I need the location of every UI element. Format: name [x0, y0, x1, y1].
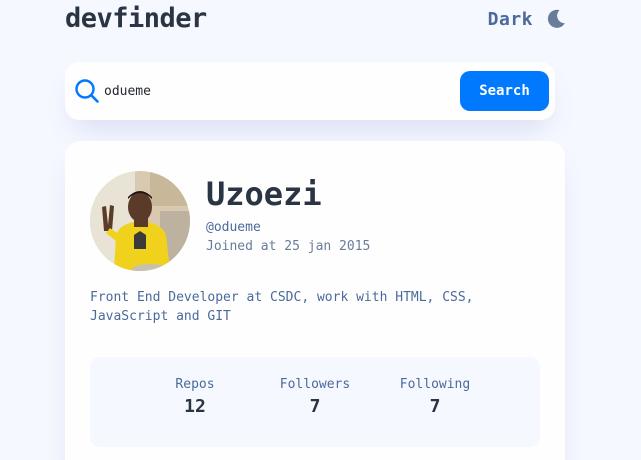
- theme-toggle[interactable]: Dark: [488, 8, 567, 30]
- stat-value: 7: [429, 396, 441, 417]
- search-bar: Search: [65, 62, 555, 120]
- stat-label: Followers: [279, 377, 351, 392]
- profile-bio-line: Front End Developer at CSDC, work with H…: [90, 290, 474, 305]
- profile-card: Uzoezi @odueme Joined at 25 jan 2015 Fro…: [65, 141, 565, 460]
- header: devfinder Dark: [65, 0, 567, 44]
- profile-bio: Front End Developer at CSDC, work with H…: [90, 288, 510, 326]
- search-input[interactable]: [104, 78, 404, 104]
- stat-following: Following 7: [380, 377, 490, 417]
- stat-followers: Followers 7: [260, 377, 370, 417]
- search-button[interactable]: Search: [460, 71, 549, 111]
- profile-joined-date: Joined at 25 jan 2015: [206, 239, 371, 254]
- profile-login[interactable]: @odueme: [206, 220, 261, 235]
- stat-repos: Repos 12: [140, 377, 250, 417]
- profile-name: Uzoezi: [206, 175, 322, 213]
- stats-panel: Repos 12 Followers 7 Following 7: [90, 357, 540, 447]
- app-logo: devfinder: [65, 3, 207, 34]
- theme-toggle-label: Dark: [487, 8, 533, 30]
- stat-label: Following: [399, 377, 471, 392]
- profile-bio-line: JavaScript and GIT: [90, 309, 231, 324]
- stat-value: 12: [184, 396, 206, 417]
- search-icon: [75, 79, 99, 103]
- avatar-image: [90, 171, 190, 271]
- stat-label: Repos: [175, 377, 215, 392]
- moon-icon: [547, 9, 565, 28]
- app: devfinder Dark Search: [0, 0, 641, 460]
- avatar: [90, 171, 190, 271]
- stat-value: 7: [309, 396, 321, 417]
